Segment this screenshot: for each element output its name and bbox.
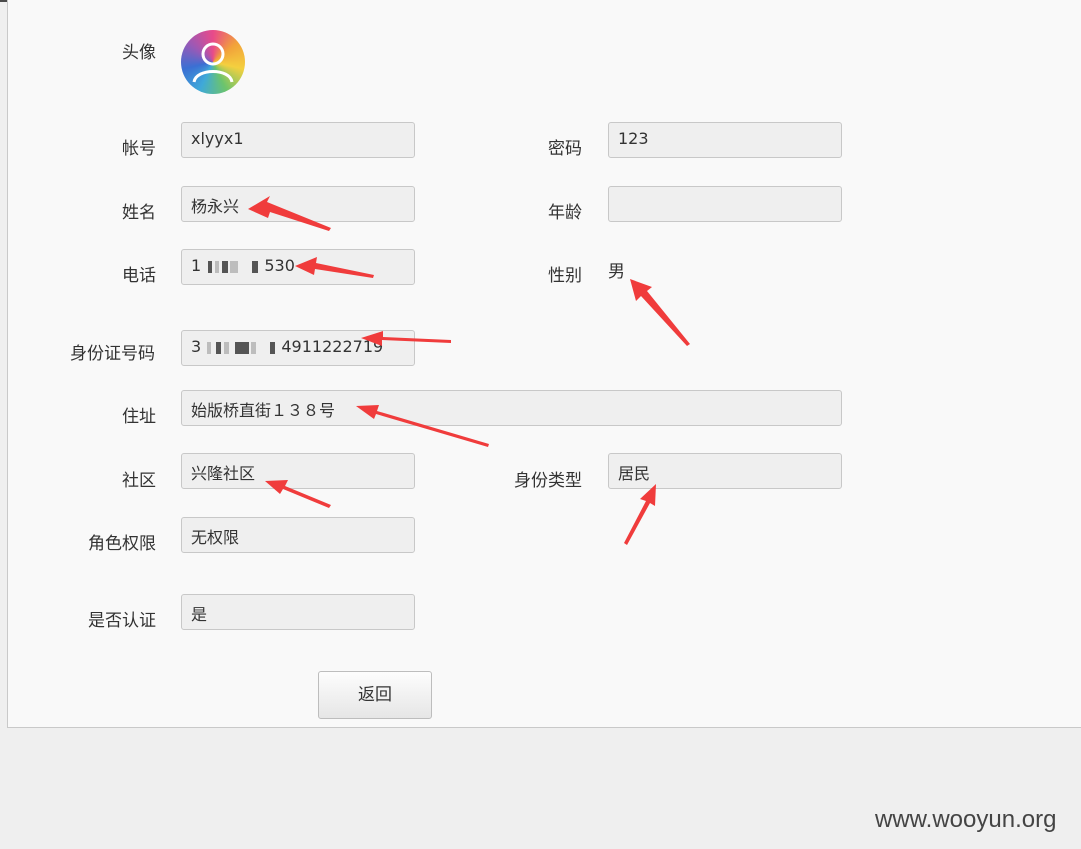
watermark: www.wooyun.org: [875, 806, 1057, 833]
id-suffix: 4911222719: [281, 337, 384, 356]
account-label: 帐号: [122, 139, 156, 159]
id-type-label: 身份类型: [514, 471, 582, 491]
gender-label: 性别: [548, 266, 582, 286]
age-label: 年龄: [548, 203, 582, 223]
phone-mask: [206, 256, 259, 275]
back-button[interactable]: 返回: [318, 671, 432, 719]
avatar-label: 头像: [122, 43, 156, 63]
name-label: 姓名: [122, 203, 156, 223]
verified-field[interactable]: 是: [181, 594, 415, 630]
id-number-field[interactable]: 3 4911222719: [181, 330, 415, 366]
phone-prefix: 1: [191, 256, 202, 275]
gender-value: 男: [608, 262, 625, 282]
community-field[interactable]: 兴隆社区: [181, 453, 415, 489]
phone-suffix: 530: [264, 256, 295, 275]
id-number-label: 身份证号码: [70, 344, 155, 364]
password-field[interactable]: 123: [608, 122, 842, 158]
verified-label: 是否认证: [88, 611, 156, 631]
password-label: 密码: [548, 139, 582, 159]
address-field[interactable]: 始版桥直街１３８号: [181, 390, 842, 426]
role-field[interactable]: 无权限: [181, 517, 415, 553]
account-field[interactable]: xlyyx1: [181, 122, 415, 158]
age-field[interactable]: [608, 186, 842, 222]
phone-label: 电话: [122, 266, 156, 286]
id-type-field[interactable]: 居民: [608, 453, 842, 489]
id-prefix: 3: [191, 337, 202, 356]
avatar: [181, 30, 245, 94]
address-label: 住址: [122, 407, 156, 427]
role-label: 角色权限: [88, 534, 156, 554]
user-detail-panel: [7, 0, 1081, 728]
user-icon: [192, 42, 234, 83]
name-field[interactable]: 杨永兴: [181, 186, 415, 222]
phone-field[interactable]: 1 530: [181, 249, 415, 285]
community-label: 社区: [122, 471, 156, 491]
id-mask: [206, 337, 276, 356]
